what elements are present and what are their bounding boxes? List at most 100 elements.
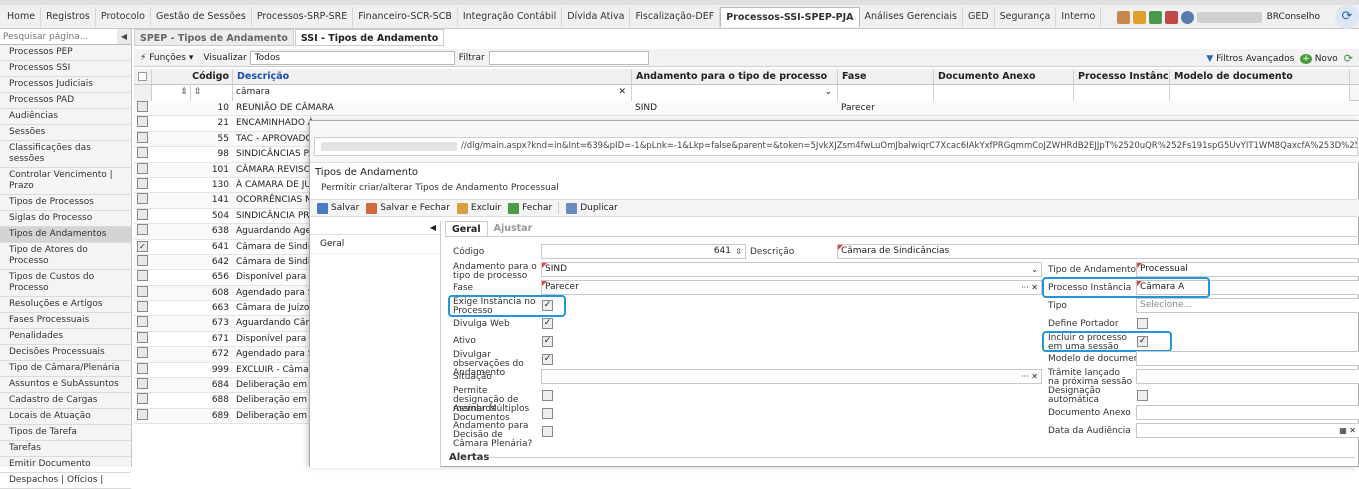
sidebar-item[interactable]: Decisões Processuais — [0, 345, 131, 361]
sidebar-item[interactable]: Sessões — [0, 125, 131, 141]
row-checkbox[interactable] — [137, 393, 148, 405]
filter-documento-input[interactable] — [934, 85, 1074, 101]
row-checkbox[interactable] — [137, 331, 148, 343]
define-portador-checkbox[interactable] — [1137, 318, 1148, 329]
ativo-checkbox[interactable]: ✓ — [542, 336, 553, 347]
nav-item-gest-o-de-sess-es[interactable]: Gestão de Sessões — [151, 7, 252, 27]
filtros-avancados-button[interactable]: ▼ Filtros Avançados — [1206, 54, 1294, 64]
salvar-fechar-button[interactable]: Salvar e Fechar — [366, 202, 450, 214]
row-checkbox[interactable] — [137, 301, 148, 313]
row-checkbox[interactable] — [137, 147, 148, 159]
row-checkbox[interactable] — [137, 101, 148, 112]
duplicar-button[interactable]: Duplicar — [566, 202, 618, 214]
filtrar-input[interactable] — [488, 50, 649, 65]
row-checkbox[interactable] — [137, 193, 148, 205]
table-row[interactable]: 10 REUNIÃO DE CÂMARA SIND Parecer — [134, 101, 1359, 117]
data-audiencia-field[interactable]: ▦ ✕ — [1136, 423, 1359, 438]
tab-ajustar[interactable]: Ajustar — [488, 221, 539, 236]
tools-icon[interactable] — [1116, 10, 1130, 24]
sidebar-item[interactable]: Processos PEP — [0, 45, 131, 61]
row-checkbox[interactable] — [137, 347, 148, 359]
sidebar-item[interactable]: Tipo de Atores do Processo — [0, 243, 131, 270]
nav-item-fiscaliza-o-def[interactable]: Fiscalização-DEF — [630, 7, 721, 27]
header-processo-instancia[interactable]: Processo Instância — [1074, 69, 1170, 84]
row-checkbox[interactable] — [137, 254, 148, 266]
divulgar-obs-checkbox[interactable]: ✓ — [542, 354, 553, 365]
nav-item-ged[interactable]: GED — [963, 7, 995, 27]
permite-designacao-checkbox[interactable] — [542, 390, 553, 401]
sidebar-item[interactable]: Penalidades — [0, 329, 131, 345]
assinar-multiplos-checkbox[interactable] — [542, 408, 553, 419]
row-checkbox[interactable] — [137, 316, 148, 328]
sidebar-item[interactable]: Siglas do Processo — [0, 211, 131, 227]
funcoes-menu[interactable]: ⚡ Funções ▾ — [140, 53, 193, 63]
select-all-checkbox[interactable] — [138, 72, 147, 81]
situacao-actions-icon[interactable]: ··· ✕ — [1021, 370, 1038, 383]
nav-item-interno[interactable]: Interno — [1056, 7, 1102, 27]
nav-item-home[interactable]: Home — [2, 7, 42, 27]
row-checkbox[interactable] — [137, 285, 148, 297]
sidebar-item[interactable]: Tipos de Custos do Processo — [0, 270, 131, 297]
tab-geral[interactable]: Geral — [445, 221, 488, 236]
sidebar-item[interactable]: Tipos de Processos — [0, 195, 131, 211]
sidebar-item[interactable]: Tipos de Tarefa — [0, 425, 131, 441]
sidebar-item[interactable]: Assuntos e SubAssuntos — [0, 377, 131, 393]
row-checkbox[interactable] — [137, 177, 148, 189]
tab-ssi-tipos-andamento[interactable]: SSI - Tipos de Andamento — [294, 29, 445, 46]
novo-button[interactable]: + Novo — [1300, 53, 1338, 64]
filter-andamento-select[interactable]: ⌄ — [632, 85, 838, 101]
row-checkbox[interactable] — [137, 208, 148, 220]
help-icon[interactable] — [1148, 10, 1162, 24]
excluir-button[interactable]: Excluir — [456, 202, 501, 214]
user-icon[interactable] — [1180, 10, 1194, 24]
salvar-button[interactable]: Salvar — [317, 202, 359, 214]
tab-spep-tipos-andamento[interactable]: SPEP - Tipos de Andamento — [134, 29, 294, 46]
filter-descricao-input[interactable]: câmara ✕ — [233, 85, 632, 101]
filter-instancia-input[interactable] — [1074, 85, 1170, 101]
fase-field[interactable]: Parecer ··· ✕ — [541, 280, 1042, 295]
nav-item-d-vida-ativa[interactable]: Dívida Ativa — [562, 7, 631, 27]
filter-fase-input[interactable] — [838, 85, 934, 101]
header-codigo[interactable]: Código — [152, 69, 233, 84]
row-checkbox[interactable] — [137, 162, 148, 174]
nav-item-financeiro-scr-scb[interactable]: Financeiro-SCR-SCB — [353, 7, 458, 27]
tramite-field[interactable] — [1136, 369, 1359, 384]
collapse-sidebar-icon[interactable]: ◀ — [117, 29, 131, 44]
andamento-decisao-checkbox[interactable] — [542, 426, 553, 437]
filter-select-sort[interactable]: ⇳ — [152, 85, 191, 101]
situacao-field[interactable]: ··· ✕ — [541, 369, 1042, 384]
sidebar-item[interactable]: Audiências — [0, 109, 131, 125]
row-checkbox[interactable] — [137, 131, 148, 143]
row-checkbox[interactable] — [137, 116, 148, 128]
filter-codigo-input[interactable]: ⇳ — [191, 85, 233, 101]
nav-item-processos-srp-sre[interactable]: Processos-SRP-SRE — [252, 7, 354, 27]
collapse-panel-icon[interactable]: ◀ — [310, 221, 440, 235]
designacao-auto-checkbox[interactable] — [1137, 390, 1148, 401]
nav-item-seguran-a[interactable]: Segurança — [995, 7, 1057, 27]
sidebar-item[interactable]: Tarefas — [0, 441, 131, 457]
divulga-web-checkbox[interactable]: ✓ — [542, 318, 553, 329]
page-search-input[interactable] — [0, 29, 117, 44]
reload-icon[interactable]: ⟳ — [1335, 5, 1359, 29]
sidebar-item[interactable]: Cadastro de Cargas — [0, 393, 131, 409]
header-modelo-documento[interactable]: Modelo de documento — [1170, 69, 1350, 84]
header-fase[interactable]: Fase — [838, 69, 934, 84]
sidebar-item[interactable]: Controlar Vencimento | Prazo — [0, 168, 131, 195]
nav-item-registros[interactable]: Registros — [41, 7, 96, 27]
sidebar-item[interactable]: Locais de Atuação — [0, 409, 131, 425]
lock-icon[interactable] — [1164, 10, 1178, 24]
codigo-field[interactable]: 641 ⇳ — [541, 244, 746, 259]
clear-filter-icon[interactable]: ✕ — [618, 85, 626, 99]
sidebar-item[interactable]: Classificações das sessões — [0, 141, 131, 168]
documento-anexo-field[interactable] — [1136, 405, 1359, 420]
fechar-button[interactable]: Fechar — [508, 202, 552, 214]
header-descricao[interactable]: Descrição — [233, 69, 632, 84]
megaphone-icon[interactable] — [1132, 10, 1146, 24]
url-field[interactable]: //dlg/main.aspx?knd=in&Int=639&pID=-1&pL… — [314, 137, 1358, 156]
nav-item-protocolo[interactable]: Protocolo — [96, 7, 151, 27]
row-checkbox[interactable]: ✓ — [137, 240, 148, 252]
left-item-geral[interactable]: Geral — [310, 235, 440, 254]
filter-modelo-input[interactable] — [1170, 85, 1350, 101]
row-checkbox[interactable] — [137, 362, 148, 374]
tipo-select[interactable]: Selecione... — [1136, 298, 1359, 313]
